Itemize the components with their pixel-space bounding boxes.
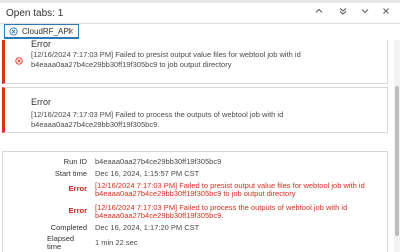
- open-tabs-title: Open tabs: 1: [6, 7, 64, 19]
- completed-label: Completed: [50, 223, 87, 232]
- error-value: [12/16/2024 7:17:03 PM] Failed to presis…: [95, 181, 365, 198]
- tab-cloudrf-api[interactable]: CloudRF_API ✕: [4, 24, 79, 39]
- chevron-up-icon: [315, 8, 323, 13]
- tab-bar: CloudRF_API ✕: [0, 24, 400, 40]
- error-title: Error: [31, 40, 51, 49]
- elapsed-value: 1 min 22 sec: [95, 238, 138, 247]
- start-time-value: Dec 16, 2024, 1:15:57 PM CST: [95, 169, 200, 178]
- close-icon: [383, 8, 389, 14]
- error-label: Error: [68, 206, 87, 215]
- run-id-label: Run ID: [63, 157, 87, 166]
- error-card: Error [12/16/2024 7:17:03 PM] Failed to …: [2, 87, 388, 133]
- error-value: [12/16/2024 7:17:03 PM] Failed to proces…: [95, 203, 348, 220]
- tab-close-icon[interactable]: ✕: [67, 27, 74, 36]
- collapse-down-button[interactable]: [357, 3, 373, 19]
- error-message: [12/16/2024 7:17:03 PM] Failed to presis…: [31, 50, 301, 69]
- tab-content: Error [12/16/2024 7:17:03 PM] Failed to …: [0, 40, 394, 252]
- chevron-down-icon: [361, 9, 369, 14]
- error-title: Error: [31, 97, 51, 107]
- scrollbar-thumb[interactable]: [395, 86, 399, 236]
- job-summary: Run ID b4eaaa0aa27b4ce29bb30ff19f305bc9 …: [2, 151, 388, 252]
- completed-value: Dec 16, 2024, 1:17:20 PM CST: [95, 223, 200, 232]
- error-circle-icon: [9, 26, 18, 36]
- run-id-value: b4eaaa0aa27b4ce29bb30ff19f305bc9: [95, 157, 222, 166]
- close-panel-button[interactable]: [378, 3, 394, 19]
- start-time-label: Start time: [54, 169, 87, 178]
- collapse-up-button[interactable]: [311, 3, 327, 19]
- elapsed-label: Elapsed time: [47, 234, 75, 251]
- chevrons-down-icon: [339, 8, 347, 15]
- expand-all-button[interactable]: [335, 3, 351, 19]
- error-label: Error: [68, 184, 87, 193]
- tab-label: CloudRF_API: [22, 26, 71, 36]
- error-message: [12/16/2024 7:17:03 PM] Failed to proces…: [31, 110, 284, 129]
- scrollbar[interactable]: [394, 40, 400, 252]
- error-card: Error [12/16/2024 7:17:03 PM] Failed to …: [2, 40, 388, 84]
- error-circle-icon: [15, 52, 23, 65]
